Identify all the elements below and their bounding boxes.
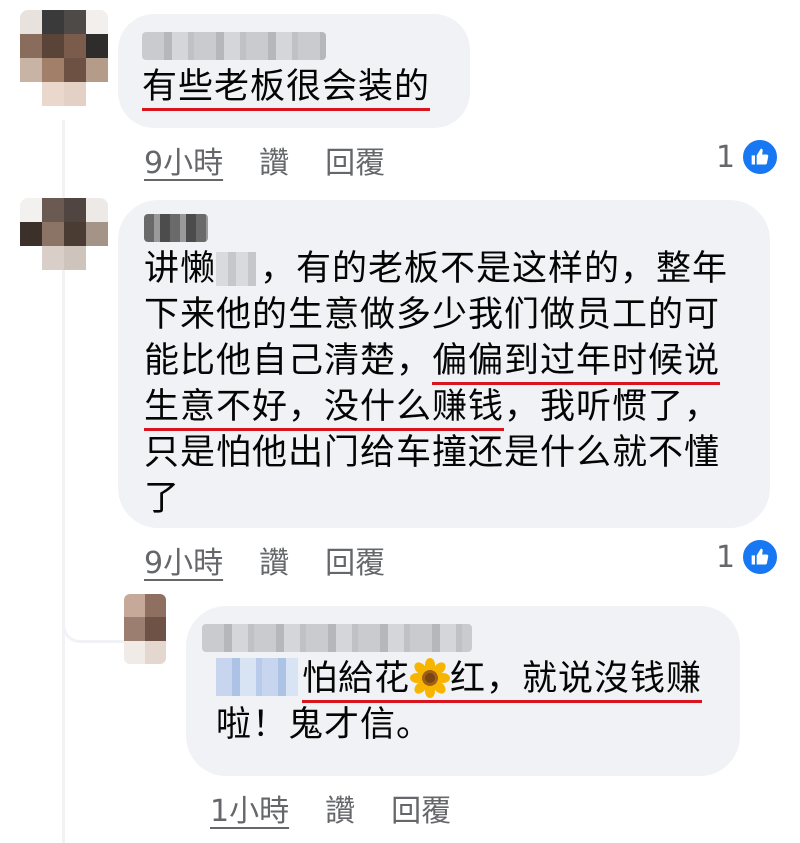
commenter-avatar[interactable] bbox=[20, 198, 108, 270]
comment-line: 了 bbox=[144, 479, 181, 519]
comment-text: 讲懒 ，有的老板不是这样的，整年 下来他的生意做多少我们做员工的可 能比他自己清楚… bbox=[144, 246, 748, 522]
comment-line: 只是怕他出门给车撞还是什么就不懂 bbox=[144, 433, 721, 473]
comment-timestamp[interactable]: 9小時 bbox=[144, 138, 223, 182]
reaction-count[interactable]: 1 bbox=[716, 138, 780, 176]
highlighted-text: 有些老板很会装的 bbox=[142, 67, 431, 111]
reply-line: 怕給花 红，就说沒钱赚 bbox=[216, 656, 718, 703]
comment-actions: 9小時 讚 回覆 bbox=[144, 138, 385, 182]
like-button[interactable]: 讚 bbox=[259, 538, 289, 582]
commenter-avatar[interactable] bbox=[20, 10, 108, 106]
comment-line: 生意不好，没什么赚钱，我听惯了， bbox=[144, 384, 748, 431]
reply-text: 怕給花 红，就说沒钱赚 啦！鬼才信。 bbox=[216, 656, 718, 748]
like-button[interactable]: 讚 bbox=[325, 786, 355, 830]
comment-line: 下来他的生意做多少我们做员工的可 bbox=[144, 295, 721, 335]
commenter-name-redacted[interactable] bbox=[142, 32, 326, 60]
replier-avatar[interactable] bbox=[124, 594, 166, 664]
sunflower-emoji-icon bbox=[410, 658, 451, 698]
mention-redacted[interactable] bbox=[216, 252, 257, 286]
reply-actions: 1小時 讚 回覆 bbox=[210, 786, 451, 830]
reply-button[interactable]: 回覆 bbox=[325, 138, 385, 182]
comment-timestamp[interactable]: 9小時 bbox=[144, 538, 223, 582]
reply-button[interactable]: 回覆 bbox=[391, 786, 451, 830]
reply-bubble: 怕給花 红，就说沒钱赚 啦！鬼才信。 bbox=[186, 606, 740, 776]
replier-name-redacted[interactable] bbox=[202, 624, 472, 652]
comment-bubble: 有些老板很会装的 bbox=[118, 14, 470, 128]
comment-line: 讲懒 ，有的老板不是这样的，整年 bbox=[144, 249, 729, 289]
comment-actions: 9小時 讚 回覆 bbox=[144, 538, 385, 582]
thumbs-up-icon bbox=[741, 538, 780, 576]
highlighted-text: 偏偏到过年时候说 bbox=[432, 341, 721, 385]
thumbs-up-icon bbox=[741, 138, 780, 176]
comment-line: 能比他自己清楚，偏偏到过年时候说 bbox=[144, 338, 748, 385]
thread-branch bbox=[62, 600, 125, 643]
like-button[interactable]: 讚 bbox=[259, 138, 289, 182]
commenter-name-redacted[interactable] bbox=[144, 214, 208, 242]
mention-redacted[interactable] bbox=[216, 658, 298, 696]
highlighted-text: 怕給花 红，就说沒钱赚 bbox=[302, 658, 703, 703]
comment-text: 有些老板很会装的 bbox=[142, 64, 448, 111]
reaction-count[interactable]: 1 bbox=[716, 538, 780, 576]
reply-button[interactable]: 回覆 bbox=[325, 538, 385, 582]
reply-timestamp[interactable]: 1小時 bbox=[210, 786, 289, 830]
reply-line: 啦！鬼才信。 bbox=[216, 705, 433, 745]
like-count: 1 bbox=[716, 139, 736, 175]
like-count: 1 bbox=[716, 539, 736, 575]
highlighted-text: 生意不好，没什么赚钱 bbox=[144, 387, 505, 431]
comment-bubble: 讲懒 ，有的老板不是这样的，整年 下来他的生意做多少我们做员工的可 能比他自己清楚… bbox=[118, 200, 770, 528]
